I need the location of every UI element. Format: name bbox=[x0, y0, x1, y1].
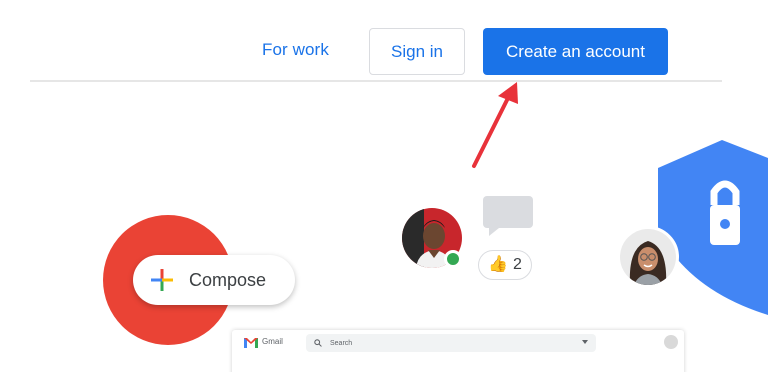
reaction-count: 2 bbox=[513, 256, 522, 273]
online-status-indicator bbox=[444, 250, 462, 268]
gmail-preview-window: Gmail Search bbox=[232, 330, 684, 372]
gmail-search-bar[interactable]: Search bbox=[306, 334, 596, 352]
chevron-down-icon bbox=[582, 340, 588, 344]
gmail-search-placeholder: Search bbox=[330, 339, 353, 347]
page: For work Sign in Create an account Compo… bbox=[0, 0, 768, 372]
gmail-account-avatar[interactable] bbox=[664, 335, 678, 349]
create-account-button[interactable]: Create an account bbox=[483, 28, 668, 75]
person-avatar-image bbox=[620, 229, 676, 285]
compose-button[interactable]: Compose bbox=[133, 255, 295, 305]
compose-plus-icon bbox=[151, 269, 173, 291]
gmail-logo-icon bbox=[244, 338, 258, 348]
header-divider bbox=[30, 80, 722, 82]
reaction-chip: 👍 2 bbox=[478, 250, 532, 280]
shield-lock-icon bbox=[658, 140, 768, 315]
sign-in-label: Sign in bbox=[391, 41, 443, 61]
avatar bbox=[617, 226, 679, 288]
for-work-link[interactable]: For work bbox=[262, 40, 329, 60]
gmail-app-name: Gmail bbox=[262, 337, 283, 346]
sign-in-button[interactable]: Sign in bbox=[369, 28, 465, 75]
compose-label: Compose bbox=[189, 269, 267, 290]
chat-bubble-icon bbox=[483, 196, 533, 236]
create-account-label: Create an account bbox=[506, 41, 645, 61]
search-icon bbox=[314, 339, 322, 347]
annotation-arrow-icon bbox=[472, 82, 518, 168]
thumbs-up-icon: 👍 bbox=[488, 256, 508, 273]
